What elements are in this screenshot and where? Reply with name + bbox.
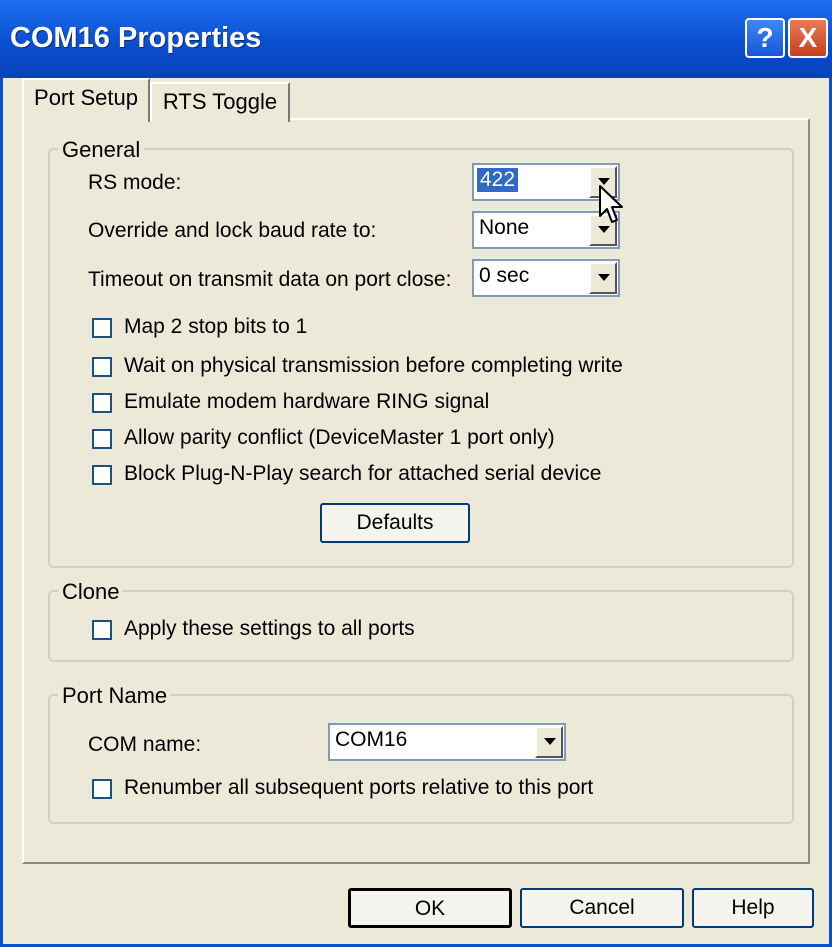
com-name-select[interactable]: COM16 — [328, 723, 566, 761]
emulate-ring-label: Emulate modem hardware RING signal — [124, 390, 490, 413]
allow-parity-label: Allow parity conflict (DeviceMaster 1 po… — [124, 426, 555, 449]
wait-physical-checkbox[interactable] — [92, 357, 112, 377]
window-title: COM16 Properties — [10, 22, 262, 54]
emulate-ring-checkbox[interactable] — [92, 393, 112, 413]
title-bar: COM16 Properties ? X — [0, 0, 832, 78]
apply-all-checkbox[interactable] — [92, 620, 112, 640]
tab-port-setup[interactable]: Port Setup — [22, 78, 150, 122]
ok-button[interactable]: OK — [348, 888, 512, 928]
rs-mode-value: 422 — [477, 168, 519, 192]
timeout-value: 0 sec — [479, 264, 530, 287]
map-stop-bits-checkbox[interactable] — [92, 318, 112, 338]
allow-parity-checkbox[interactable] — [92, 429, 112, 449]
close-button[interactable]: X — [788, 18, 828, 58]
com-name-label: COM name: — [88, 733, 202, 756]
renumber-label: Renumber all subsequent ports relative t… — [124, 776, 594, 799]
chevron-down-icon[interactable] — [535, 726, 563, 758]
com-name-value: COM16 — [335, 728, 408, 751]
block-pnp-label: Block Plug-N-Play search for attached se… — [124, 462, 602, 485]
clone-group-title: Clone — [58, 579, 124, 605]
chevron-down-icon[interactable] — [589, 262, 617, 294]
port-name-group-title: Port Name — [58, 683, 172, 709]
tab-rts-toggle[interactable]: RTS Toggle — [150, 82, 290, 122]
cancel-button[interactable]: Cancel — [520, 888, 684, 928]
help-title-button[interactable]: ? — [745, 18, 785, 58]
block-pnp-checkbox[interactable] — [92, 465, 112, 485]
rs-mode-label: RS mode: — [88, 171, 182, 194]
baud-rate-label: Override and lock baud rate to: — [88, 219, 377, 242]
apply-all-label: Apply these settings to all ports — [124, 617, 415, 640]
defaults-button[interactable]: Defaults — [320, 503, 470, 543]
map-stop-bits-label: Map 2 stop bits to 1 — [124, 315, 308, 338]
wait-physical-label: Wait on physical transmission before com… — [124, 354, 623, 377]
renumber-checkbox[interactable] — [92, 779, 112, 799]
baud-rate-value: None — [479, 216, 530, 239]
general-group-title: General — [58, 137, 145, 163]
timeout-select[interactable]: 0 sec — [472, 259, 620, 297]
mouse-cursor-icon — [599, 185, 623, 223]
help-button[interactable]: Help — [692, 888, 814, 928]
timeout-label: Timeout on transmit data on port close: — [88, 268, 452, 291]
